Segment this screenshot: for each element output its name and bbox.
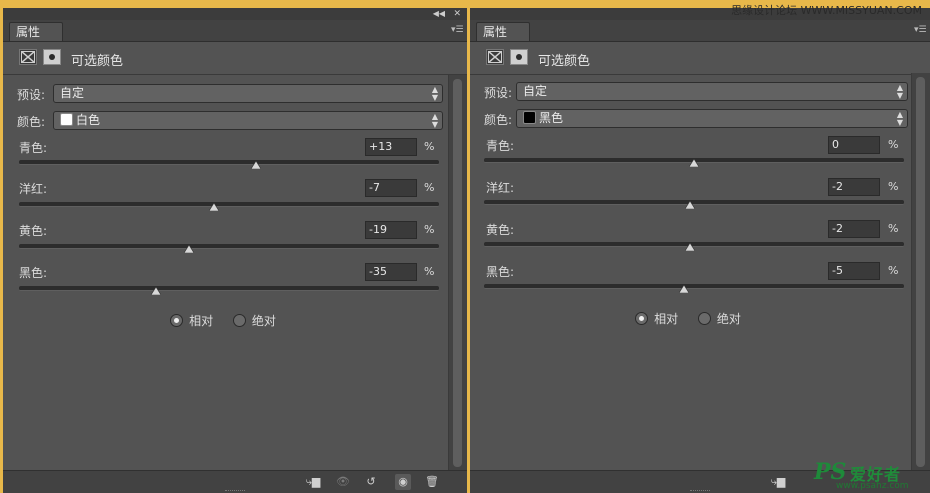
- color-swatch: [60, 113, 73, 126]
- radio-relative-label: 相对: [654, 312, 679, 326]
- scrollbar[interactable]: [448, 75, 467, 471]
- radio-absolute-label: 绝对: [251, 314, 276, 328]
- value-input-black[interactable]: -5: [828, 262, 880, 280]
- preset-select[interactable]: 自定 ▲ ▼: [53, 84, 443, 103]
- value-input-cyan[interactable]: 0: [828, 136, 880, 154]
- clip-to-layer-icon[interactable]: ⤷▆: [305, 474, 321, 490]
- radio-absolute[interactable]: 绝对: [697, 310, 741, 327]
- value-input-magenta[interactable]: -7: [365, 179, 417, 197]
- watermark-text: 思缘设计论坛 WWW.MISSYUAN.COM: [731, 4, 922, 17]
- percent-label: %: [888, 264, 899, 277]
- color-select[interactable]: 白色 ▲ ▼: [53, 111, 443, 130]
- slider-track-cyan[interactable]: [19, 160, 439, 165]
- radio-relative[interactable]: 相对: [635, 310, 678, 327]
- method-radio-group: 相对 绝对: [3, 312, 443, 329]
- panel-top-strip: ◀◀ ✕: [3, 8, 467, 20]
- slider-label-black: 黑色:: [19, 266, 48, 280]
- close-icon[interactable]: ✕: [453, 8, 461, 20]
- select-arrows-icon: ▲ ▼: [896, 82, 903, 100]
- tab-properties[interactable]: 属性: [9, 22, 63, 41]
- bottom-toolbar: ⤷▆ 👁 ↺ ◉ 🗑: [3, 470, 467, 493]
- slider-label-yellow: 黄色:: [486, 223, 515, 237]
- selective-color-icon[interactable]: [19, 49, 37, 65]
- reset-icon[interactable]: ↺: [363, 474, 379, 490]
- scrollbar-thumb[interactable]: [453, 79, 462, 467]
- radio-circle: [697, 312, 711, 325]
- value-input-magenta[interactable]: -2: [828, 178, 880, 196]
- percent-label: %: [424, 223, 435, 236]
- adjustment-header: 可选颜色: [3, 42, 467, 75]
- tab-properties[interactable]: 属性: [476, 22, 530, 41]
- select-arrows-icon: ▲ ▼: [431, 84, 438, 102]
- select-arrows-icon: ▲ ▼: [896, 109, 903, 127]
- layer-mask-icon[interactable]: [510, 49, 528, 65]
- adjustment-title: 可选颜色: [538, 54, 591, 69]
- color-value: 黑色: [539, 111, 564, 125]
- select-arrows-icon: ▲ ▼: [431, 111, 438, 129]
- radio-absolute[interactable]: 绝对: [232, 312, 276, 329]
- preset-label: 预设:: [484, 86, 513, 100]
- clip-to-layer-icon[interactable]: ⤷▆: [770, 474, 786, 490]
- value-input-black[interactable]: -35: [365, 263, 417, 281]
- radio-circle: [232, 314, 246, 327]
- percent-label: %: [888, 180, 899, 193]
- slider-track-magenta[interactable]: [19, 202, 439, 207]
- value-input-cyan[interactable]: +13: [365, 138, 417, 156]
- scrollbar[interactable]: [911, 73, 930, 471]
- radio-circle-selected: [170, 314, 184, 327]
- properties-panel-left: ◀◀ ✕ 属性 ▾☰ 可选颜色 预设: 自定 ▲ ▼ 颜色: 白色 ▲ ▼ 青色: …: [3, 8, 467, 493]
- color-value: 白色: [76, 113, 101, 127]
- percent-label: %: [424, 265, 435, 278]
- percent-label: %: [888, 222, 899, 235]
- value-input-yellow[interactable]: -2: [828, 220, 880, 238]
- slider-label-black: 黑色:: [486, 265, 515, 279]
- watermark-url: www.psahz.com: [836, 481, 909, 491]
- color-select[interactable]: 黑色 ▲ ▼: [516, 109, 908, 128]
- method-radio-group: 相对 绝对: [470, 310, 906, 327]
- tab-bar: 属性 ▾☰: [3, 20, 467, 42]
- scrollbar-thumb[interactable]: [916, 77, 925, 467]
- slider-track-black[interactable]: [484, 284, 904, 289]
- slider-label-cyan: 青色:: [486, 139, 515, 153]
- properties-panel-right: 属性 ▾☰ 可选颜色 预设: 自定 ▲ ▼ 颜色: 黑色 ▲ ▼ 青色: 0 % 洋…: [470, 8, 930, 493]
- preset-value: 自定: [60, 86, 85, 100]
- adjustment-title: 可选颜色: [71, 54, 124, 69]
- radio-circle-selected: [635, 312, 649, 325]
- preset-label: 预设:: [17, 88, 46, 102]
- color-label: 颜色:: [17, 115, 46, 129]
- selective-color-icon[interactable]: [486, 49, 504, 65]
- layer-mask-icon[interactable]: [43, 49, 61, 65]
- tab-bar: 属性 ▾☰: [470, 20, 930, 42]
- slider-track-yellow[interactable]: [19, 244, 439, 249]
- percent-label: %: [424, 181, 435, 194]
- panel-menu-icon[interactable]: ▾☰: [914, 23, 927, 37]
- view-previous-icon[interactable]: 👁: [335, 474, 351, 490]
- collapse-icon[interactable]: ◀◀: [433, 8, 445, 20]
- color-label: 颜色:: [484, 113, 513, 127]
- slider-track-black[interactable]: [19, 286, 439, 291]
- radio-relative[interactable]: 相对: [170, 312, 213, 329]
- radio-absolute-label: 绝对: [716, 312, 741, 326]
- slider-label-magenta: 洋红:: [486, 181, 515, 195]
- radio-relative-label: 相对: [189, 314, 214, 328]
- slider-label-magenta: 洋红:: [19, 182, 48, 196]
- value-input-yellow[interactable]: -19: [365, 221, 417, 239]
- slider-label-yellow: 黄色:: [19, 224, 48, 238]
- percent-label: %: [424, 140, 435, 153]
- visibility-eye-icon[interactable]: ◉: [395, 474, 411, 490]
- slider-label-cyan: 青色:: [19, 141, 48, 155]
- preset-value: 自定: [523, 84, 548, 98]
- panel-menu-icon[interactable]: ▾☰: [451, 23, 464, 37]
- trash-icon[interactable]: 🗑: [424, 474, 440, 490]
- color-swatch: [523, 111, 536, 124]
- percent-label: %: [888, 138, 899, 151]
- watermark-logo: PS 爱好者 www.psahz.com: [814, 457, 924, 491]
- adjustment-header: 可选颜色: [470, 42, 930, 75]
- preset-select[interactable]: 自定 ▲ ▼: [516, 82, 908, 101]
